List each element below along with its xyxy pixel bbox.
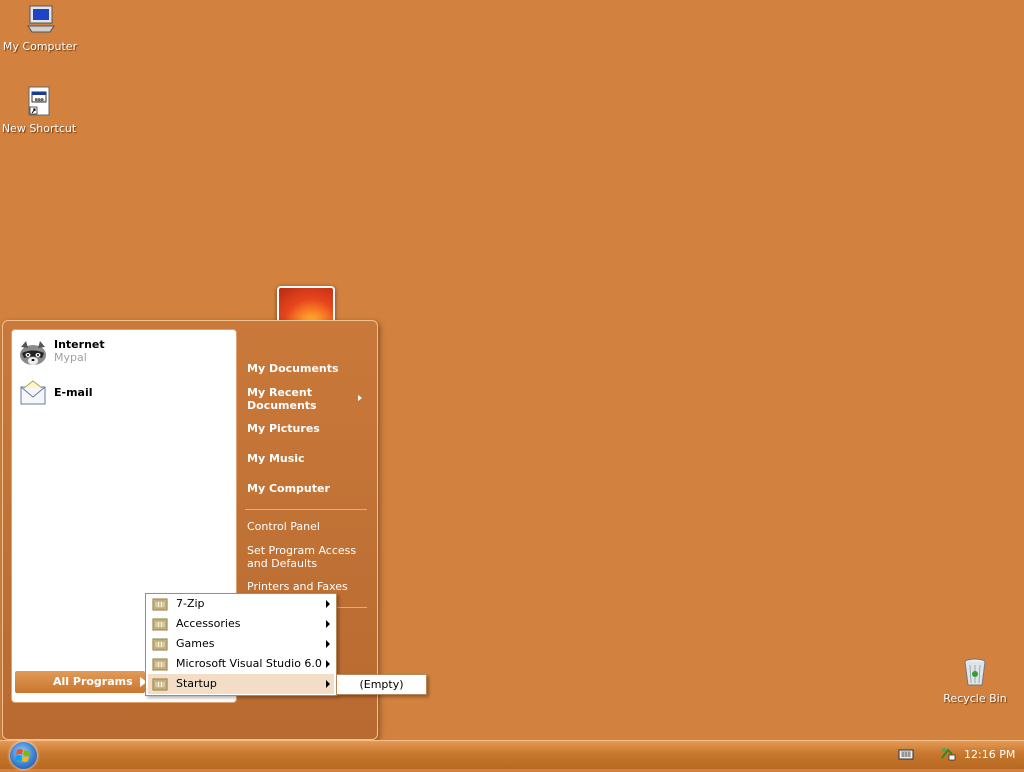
pinned-item-email[interactable]: E-mail <box>18 378 93 408</box>
start-button[interactable] <box>10 742 37 769</box>
taskbar: 12:16 PM <box>0 740 1024 769</box>
arrow-right-icon <box>326 620 330 628</box>
desktop-icon-my-computer[interactable]: My Computer <box>0 4 80 53</box>
start-item-my-recent-documents[interactable]: My Recent Documents <box>247 386 317 412</box>
programs-menu-item-label: Accessories <box>176 617 241 630</box>
pinned-item-title: E-mail <box>54 386 93 399</box>
programs-menu-item-7zip[interactable]: 7-Zip <box>148 594 334 614</box>
programs-menu-item-label: Microsoft Visual Studio 6.0 <box>176 657 322 670</box>
network-icon[interactable] <box>940 746 956 762</box>
folder-icon <box>152 596 168 611</box>
programs-menu-item-label: 7-Zip <box>176 597 205 610</box>
pinned-item-text: Internet Mypal <box>54 338 105 364</box>
start-item-label-line-1: My Recent <box>247 386 312 399</box>
programs-menu-item-label: Games <box>176 637 215 650</box>
desktop-icon-label: Recycle Bin <box>943 692 1007 705</box>
start-item-label-line-1: Set Program Access <box>247 544 357 557</box>
start-item-label: Printers and Faxes <box>247 580 348 593</box>
submenu-arrow-icon <box>358 395 362 401</box>
clock[interactable]: 12:16 PM <box>964 748 1015 761</box>
arrow-right-icon <box>326 680 330 688</box>
raccoon-browser-icon <box>18 338 48 368</box>
pinned-item-title: Internet <box>54 338 105 351</box>
programs-menu-item-startup[interactable]: Startup <box>148 674 334 694</box>
start-item-label: My Pictures <box>247 422 320 435</box>
windows-logo-icon <box>15 749 30 762</box>
programs-menu: 7-Zip Accessories Games Microsoft Visual… <box>145 593 337 696</box>
folder-icon <box>152 656 168 671</box>
folder-icon <box>152 636 168 651</box>
keyboard-icon[interactable] <box>898 746 914 762</box>
arrow-right-icon <box>326 640 330 648</box>
start-item-my-pictures[interactable]: My Pictures <box>247 422 320 435</box>
start-item-set-program-access[interactable]: Set Program Access and Defaults <box>247 544 356 570</box>
desktop-icon-label: My Computer <box>2 40 78 53</box>
start-item-control-panel[interactable]: Control Panel <box>247 520 320 533</box>
arrow-right-icon <box>326 600 330 608</box>
folder-icon <box>152 676 168 691</box>
all-programs-button[interactable]: All Programs <box>15 671 147 693</box>
svg-text:exe: exe <box>35 97 44 103</box>
start-item-my-music[interactable]: My Music <box>247 452 305 465</box>
recycle-bin-icon <box>959 656 991 688</box>
pinned-item-subtitle: Mypal <box>54 351 87 364</box>
start-item-my-computer[interactable]: My Computer <box>247 482 330 495</box>
desktop-icon-label: New Shortcut <box>1 122 77 135</box>
arrow-right-icon <box>326 660 330 668</box>
start-item-my-documents[interactable]: My Documents <box>247 362 339 375</box>
start-item-label: My Computer <box>247 482 330 495</box>
start-item-label: Control Panel <box>247 520 320 533</box>
desktop-icon-recycle-bin[interactable]: Recycle Bin <box>935 656 1015 705</box>
computer-icon <box>24 4 56 36</box>
programs-menu-item-label: Startup <box>176 677 217 690</box>
email-icon <box>18 378 48 408</box>
desktop-icon-new-shortcut[interactable]: exe New Shortcut <box>0 86 79 135</box>
start-item-label: My Music <box>247 452 305 465</box>
shortcut-icon: exe <box>23 86 55 118</box>
programs-menu-item-visual-studio[interactable]: Microsoft Visual Studio 6.0 <box>148 654 334 674</box>
startup-submenu: (Empty) <box>336 674 427 695</box>
folder-icon <box>152 616 168 631</box>
start-item-label: My Documents <box>247 362 339 375</box>
programs-menu-item-games[interactable]: Games <box>148 634 334 654</box>
all-programs-label: All Programs <box>53 675 133 688</box>
start-item-label-line-2: Documents <box>247 399 317 412</box>
start-item-label-line-2: and Defaults <box>247 557 318 570</box>
start-item-printers-and-faxes[interactable]: Printers and Faxes <box>247 580 348 593</box>
start-menu-separator <box>245 509 367 510</box>
pinned-item-internet[interactable]: Internet Mypal <box>18 338 105 368</box>
startup-submenu-empty-label: (Empty) <box>359 678 404 691</box>
programs-menu-item-accessories[interactable]: Accessories <box>148 614 334 634</box>
